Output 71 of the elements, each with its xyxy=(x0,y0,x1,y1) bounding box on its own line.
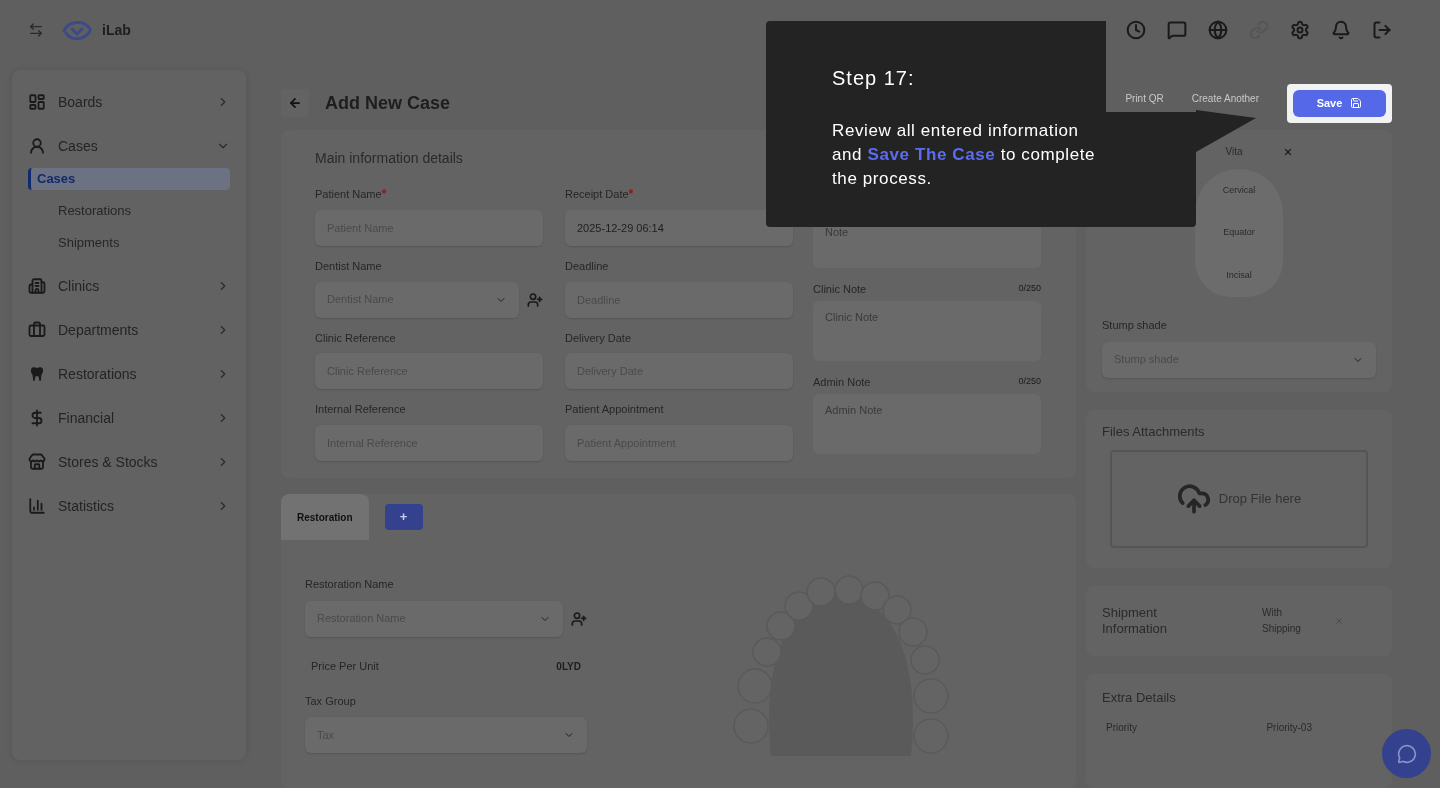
clear-icon[interactable] xyxy=(1334,616,1344,626)
shade-zone[interactable]: Equator xyxy=(1223,226,1255,240)
field-label: Patient Appointment xyxy=(565,402,665,417)
tab[interactable]: Restoration xyxy=(281,494,369,540)
sidebar-toggle-icon[interactable] xyxy=(28,22,44,38)
header-icon[interactable] xyxy=(1167,20,1187,40)
input-field[interactable]: 2025-12-29 06:14 xyxy=(565,210,793,246)
sidebar-item[interactable]: Stores & Stocks xyxy=(28,450,230,474)
field-label: Priority xyxy=(1106,720,1138,735)
field-label: Receipt Date* xyxy=(565,186,635,203)
header-icon[interactable] xyxy=(1331,20,1351,40)
shade-zone[interactable]: Incisal xyxy=(1226,268,1252,283)
sidebar-subitem[interactable]: Restorations xyxy=(28,200,230,222)
shade-system: Vita xyxy=(1225,145,1243,159)
sidebar-item[interactable]: Statistics xyxy=(28,494,230,518)
field-label: Delivery Date xyxy=(565,330,633,346)
field-label: Restoration Name xyxy=(305,577,395,592)
menu-icon xyxy=(28,321,46,339)
menu-icon xyxy=(28,137,46,155)
add-tab-button[interactable]: + xyxy=(384,504,423,530)
sidebar-item[interactable]: Restorations xyxy=(28,362,230,386)
field-label: Stump shade xyxy=(1102,318,1167,333)
action-link[interactable]: Create Another xyxy=(1191,90,1259,106)
sidebar-item[interactable]: Boards xyxy=(28,90,230,114)
section-title: Extra Details xyxy=(1102,689,1177,707)
field-label: Patient Name* xyxy=(315,186,388,203)
cloud-upload-icon xyxy=(1176,481,1211,516)
shade-zone[interactable]: Cervical xyxy=(1222,183,1256,198)
field-label: Deadline xyxy=(565,259,610,274)
back-button[interactable] xyxy=(281,89,309,117)
sidebar-item[interactable]: Financial xyxy=(28,406,230,430)
field-label: Price Per Unit xyxy=(311,659,379,675)
field-label: Admin Note xyxy=(813,374,871,390)
section-title: Files Attachments xyxy=(1102,423,1206,441)
menu-icon xyxy=(28,93,46,111)
field-label: Internal Reference xyxy=(315,402,407,417)
close-icon[interactable] xyxy=(1282,146,1293,157)
char-counter: 0/250 xyxy=(1018,282,1041,296)
shipping-value: With Shipping xyxy=(1262,606,1302,636)
menu-icon xyxy=(28,277,46,295)
sidebar-item[interactable]: Clinics xyxy=(28,274,230,298)
menu-icon xyxy=(28,453,46,471)
section-title: Shipment Information xyxy=(1102,605,1169,637)
tooltip-text: Review all entered information and Save The Case to complete the process. xyxy=(832,120,1097,190)
header-icon[interactable] xyxy=(1208,20,1228,40)
sidebar-subitem[interactable]: Shipments xyxy=(28,232,230,254)
field-label: Dentist Name xyxy=(315,259,383,274)
field-label: Clinic Note xyxy=(813,281,867,297)
section-title: Main information details xyxy=(315,149,463,168)
menu-icon xyxy=(28,365,46,383)
page-title: Add New Case xyxy=(325,91,451,115)
field-label: Tax Group xyxy=(305,693,357,709)
header-icon[interactable] xyxy=(1290,20,1310,40)
sidebar-item[interactable]: Cases xyxy=(28,134,230,158)
chat-icon xyxy=(1396,743,1417,764)
price-value: 0LYD xyxy=(556,660,581,674)
sidebar-subitem[interactable]: Cases xyxy=(28,168,230,190)
char-counter: 0/250 xyxy=(1018,375,1041,389)
menu-icon xyxy=(28,497,46,515)
add-person-icon[interactable] xyxy=(527,291,543,308)
field-label: Clinic Reference xyxy=(315,330,397,346)
action-link[interactable]: Print QR xyxy=(1125,90,1164,106)
save-button[interactable]: Save xyxy=(1293,89,1386,117)
add-person-icon[interactable] xyxy=(571,610,587,627)
logo-text: iLab xyxy=(102,20,131,40)
priority-value[interactable]: Priority-03 xyxy=(1266,719,1312,735)
tooltip-title: Step 17: xyxy=(832,66,916,91)
header-icon[interactable] xyxy=(1372,20,1392,40)
chat-button[interactable] xyxy=(1382,729,1431,778)
header-icon[interactable] xyxy=(1126,20,1146,40)
sidebar-item[interactable]: Departments xyxy=(28,318,230,342)
